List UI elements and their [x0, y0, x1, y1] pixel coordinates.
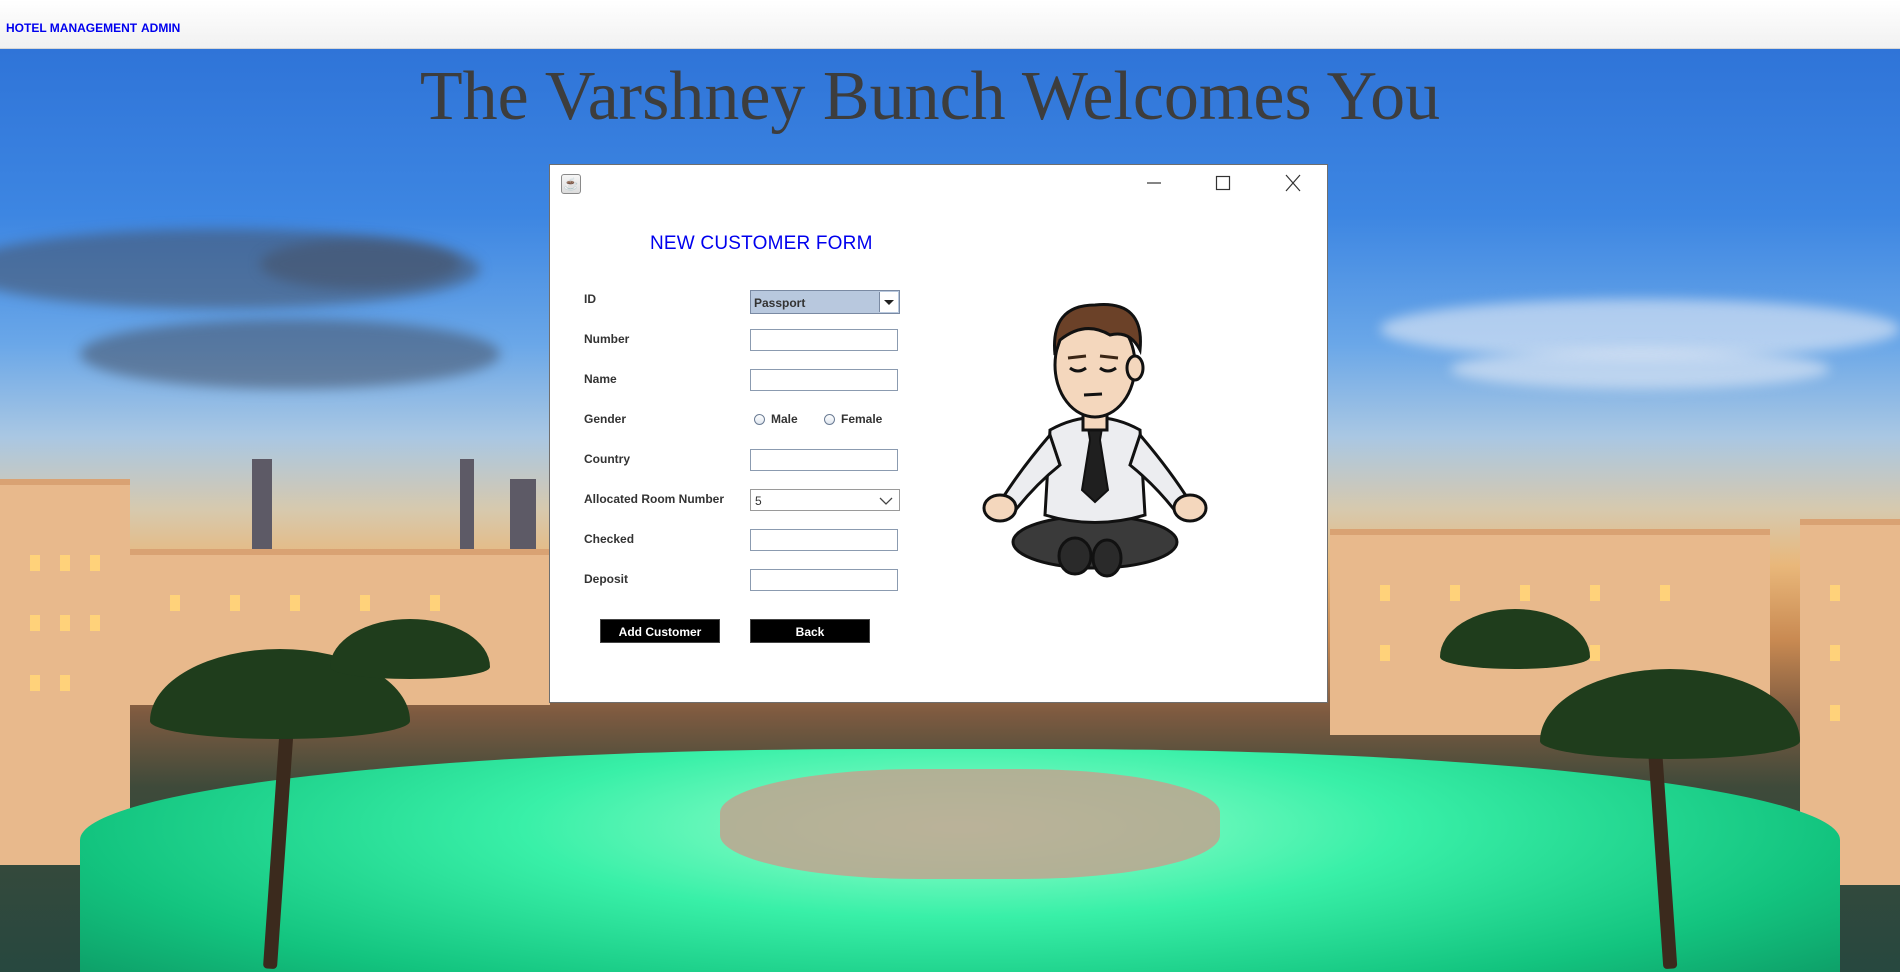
cloud	[1450, 349, 1830, 389]
chevron-down-icon	[884, 300, 894, 305]
name-field[interactable]	[750, 369, 898, 391]
maximize-icon	[1215, 175, 1231, 191]
cloud	[80, 319, 500, 389]
id-type-select[interactable]: Passport	[750, 290, 900, 314]
city-tower	[510, 479, 536, 559]
name-label: Name	[584, 372, 617, 386]
minimize-icon	[1147, 182, 1161, 184]
maximize-button[interactable]	[1203, 171, 1243, 195]
checked-label: Checked	[584, 532, 635, 546]
add-customer-button[interactable]: Add Customer	[600, 619, 720, 643]
form-title: NEW CUSTOMER FORM	[650, 233, 873, 254]
gender-male-label: Male	[771, 412, 798, 426]
hotel-building-left	[0, 479, 130, 865]
pool-island	[720, 769, 1220, 879]
close-button[interactable]	[1273, 171, 1313, 195]
chevron-down-icon	[879, 497, 893, 505]
gender-female-label: Female	[841, 412, 883, 426]
menu-bar: HOTEL MANAGEMENT ADMIN	[0, 0, 1900, 49]
deposit-field[interactable]	[750, 569, 898, 591]
deposit-label: Deposit	[584, 572, 629, 586]
dropdown-arrow[interactable]	[879, 292, 898, 312]
country-label: Country	[584, 452, 630, 466]
meditating-man-illustration	[982, 303, 1208, 578]
java-cup-icon[interactable]: ☕	[561, 174, 581, 194]
gender-female-radio[interactable]: Female	[824, 412, 882, 426]
radio-circle	[824, 413, 835, 425]
radio-circle	[754, 413, 765, 425]
minimize-button[interactable]	[1134, 171, 1174, 195]
room-number-label: Allocated Room Number	[584, 492, 725, 506]
id-type-value: Passport	[754, 296, 806, 310]
id-label: ID	[584, 292, 596, 306]
welcome-title: The Varshney Bunch Welcomes You	[419, 58, 1441, 135]
new-customer-dialog: ☕ NEW CUSTOMER FORM ID Passport Number N…	[549, 164, 1328, 703]
close-icon	[1285, 174, 1301, 192]
country-field[interactable]	[750, 449, 898, 471]
menu-hotel-management[interactable]: HOTEL MANAGEMENT	[6, 21, 137, 35]
cloud	[260, 239, 460, 289]
number-label: Number	[584, 332, 630, 346]
checked-field[interactable]	[750, 529, 898, 551]
back-button[interactable]: Back	[750, 619, 870, 643]
gender-male-radio[interactable]: Male	[754, 412, 798, 426]
room-number-select[interactable]: 5	[750, 489, 900, 511]
gender-label: Gender	[584, 412, 627, 426]
number-field[interactable]	[750, 329, 898, 351]
room-number-value: 5	[755, 494, 762, 508]
menu-admin[interactable]: ADMIN	[141, 21, 180, 35]
